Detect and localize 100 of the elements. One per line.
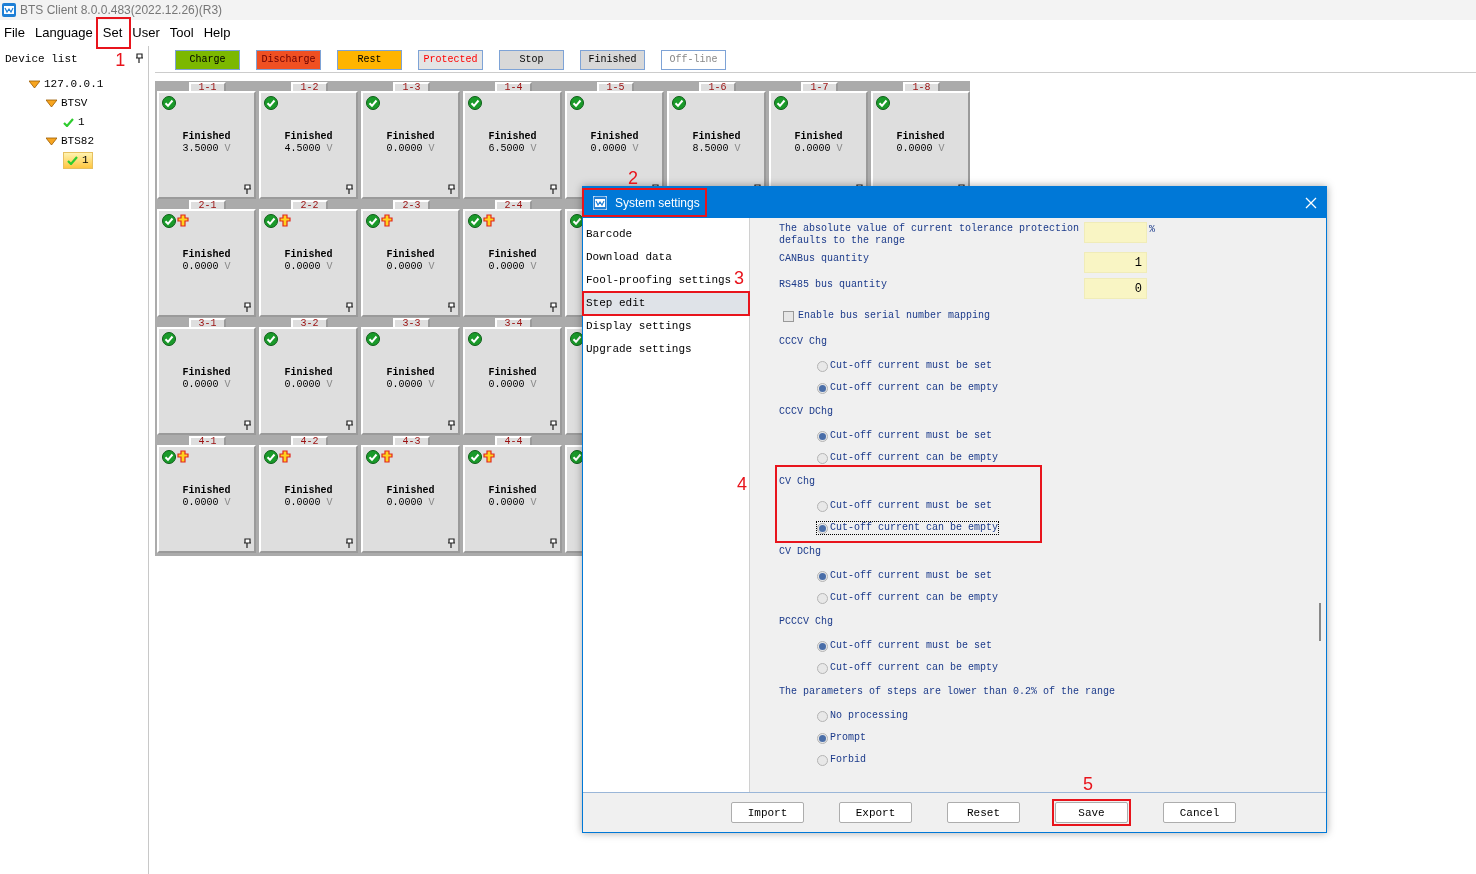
check-icon (468, 332, 482, 346)
channel-status: Finished (283, 485, 334, 497)
radio-option[interactable]: Cut-off current must be set (817, 640, 993, 652)
channel-status: Finished (181, 131, 232, 143)
cross-icon (279, 450, 291, 463)
channel-tile[interactable]: Finished 0.0000 V (361, 327, 460, 435)
radio-option[interactable]: Cut-off current can be empty (817, 592, 999, 604)
check-icon (264, 450, 278, 464)
dialog-button[interactable]: Import (731, 802, 804, 823)
check-icon (468, 450, 482, 464)
channel-status: Finished (181, 367, 232, 379)
group-label: CCCV Chg (779, 336, 827, 348)
menu-item[interactable]: User (128, 20, 166, 46)
channel-tile[interactable]: Finished 0.0000 V (463, 445, 562, 553)
channel-tile[interactable]: Finished 4.5000 V (259, 91, 358, 199)
collapse-icon[interactable] (46, 99, 57, 108)
menu-item[interactable]: File (0, 20, 31, 46)
collapse-icon[interactable] (29, 80, 40, 89)
channel-voltage: 0.0000 V (283, 261, 334, 273)
channel-voltage: 0.0000 V (895, 143, 946, 155)
channel-status: Finished (793, 131, 844, 143)
channel-voltage: 8.5000 V (691, 143, 742, 155)
tree-node[interactable]: BTSV (61, 94, 88, 113)
channel-tile[interactable]: Finished 3.5000 V (157, 91, 256, 199)
pin-icon (447, 184, 456, 195)
channel-tile[interactable]: Finished 0.0000 V (157, 445, 256, 553)
nav-item[interactable]: Display settings (583, 315, 695, 338)
panel-title: Device list (5, 52, 78, 65)
check-icon (162, 96, 176, 110)
dialog-button[interactable]: Save (1055, 802, 1128, 823)
field-label: RS485 bus quantity (779, 279, 889, 291)
channel-tile[interactable]: Finished 6.5000 V (463, 91, 562, 199)
channel-status: Finished (487, 131, 538, 143)
radio-option[interactable]: Cut-off current can be empty (817, 522, 999, 534)
channel-tile[interactable]: Finished 0.0000 V (157, 327, 256, 435)
channel-tile[interactable]: Finished 0.0000 V (259, 327, 358, 435)
tree-node[interactable]: 127.0.0.1 (44, 75, 104, 94)
cross-icon (381, 450, 393, 463)
tree-node[interactable]: BTS82 (61, 132, 94, 151)
nav-item[interactable]: Barcode (583, 223, 636, 246)
channel-tile[interactable]: Finished 0.0000 V (157, 209, 256, 317)
close-icon (1305, 196, 1317, 209)
channel-tile[interactable]: Finished 0.0000 V (361, 445, 460, 553)
radio-option[interactable]: Cut-off current must be set (817, 500, 993, 512)
channel-tile[interactable]: Finished 0.0000 V (463, 209, 562, 317)
channel-voltage: 3.5000 V (181, 143, 232, 155)
dialog-button[interactable]: Cancel (1163, 802, 1236, 823)
scrollbar-thumb[interactable] (1319, 603, 1321, 641)
check-icon (468, 214, 482, 228)
channel-voltage: 6.5000 V (487, 143, 538, 155)
channel-voltage: 0.0000 V (181, 379, 232, 391)
radio-option[interactable]: Cut-off current can be empty (817, 382, 999, 394)
tree-item[interactable]: 1 (63, 152, 93, 169)
channel-tile[interactable]: Finished 0.0000 V (259, 209, 358, 317)
menu-item[interactable]: Language (30, 20, 99, 46)
cross-icon (381, 214, 393, 227)
dialog-button[interactable]: Export (839, 802, 912, 823)
nav-item[interactable]: Download data (583, 246, 675, 269)
channel-voltage: 0.0000 V (385, 497, 436, 509)
input-field[interactable]: 1 (1084, 252, 1147, 273)
radio-option[interactable]: Cut-off current can be empty (817, 662, 999, 674)
check-icon (264, 214, 278, 228)
check-icon (264, 332, 278, 346)
annotation-number: 5 (1083, 775, 1093, 793)
pin-icon[interactable] (135, 53, 144, 64)
radio-option[interactable]: No processing (817, 710, 908, 722)
channel-tile[interactable]: Finished 0.0000 V (259, 445, 358, 553)
annotation-number: 1 (115, 51, 126, 69)
channel-voltage: 0.0000 V (283, 379, 334, 391)
nav-item[interactable]: Upgrade settings (583, 338, 695, 361)
radio-option[interactable]: Cut-off current must be set (817, 570, 993, 582)
channel-tile[interactable]: Finished 0.0000 V (463, 327, 562, 435)
dialog-button[interactable]: Reset (947, 802, 1020, 823)
channel-voltage: 0.0000 V (487, 261, 538, 273)
unit-label: % (1149, 224, 1155, 236)
channel-tile[interactable]: Finished 0.0000 V (361, 209, 460, 317)
radio-option[interactable]: Cut-off current must be set (817, 430, 993, 442)
nav-item[interactable]: Fool-proofing settings (583, 269, 735, 292)
menu-item[interactable]: Help (199, 20, 237, 46)
menu-item[interactable]: Tool (165, 20, 200, 46)
radio-option[interactable]: Forbid (817, 754, 866, 766)
channel-status: Finished (487, 485, 538, 497)
input-field[interactable] (1084, 222, 1147, 243)
radio-option[interactable]: Cut-off current must be set (817, 360, 993, 372)
checkbox[interactable] (783, 310, 794, 322)
pin-icon (549, 538, 558, 549)
tree-item[interactable]: 1 (63, 114, 85, 131)
radio-option[interactable]: Cut-off current can be empty (817, 452, 999, 464)
status-legend: Off-line (661, 50, 726, 70)
annotation-box (95, 17, 132, 49)
channel-status: Finished (895, 131, 946, 143)
check-icon (366, 332, 380, 346)
collapse-icon[interactable] (46, 137, 57, 146)
input-field[interactable]: 0 (1084, 278, 1147, 299)
check-icon (366, 450, 380, 464)
channel-voltage: 0.0000 V (385, 143, 436, 155)
cross-icon (483, 450, 495, 463)
radio-option[interactable]: Prompt (817, 732, 866, 744)
menu-item[interactable]: Set (98, 20, 129, 46)
channel-tile[interactable]: Finished 0.0000 V (361, 91, 460, 199)
